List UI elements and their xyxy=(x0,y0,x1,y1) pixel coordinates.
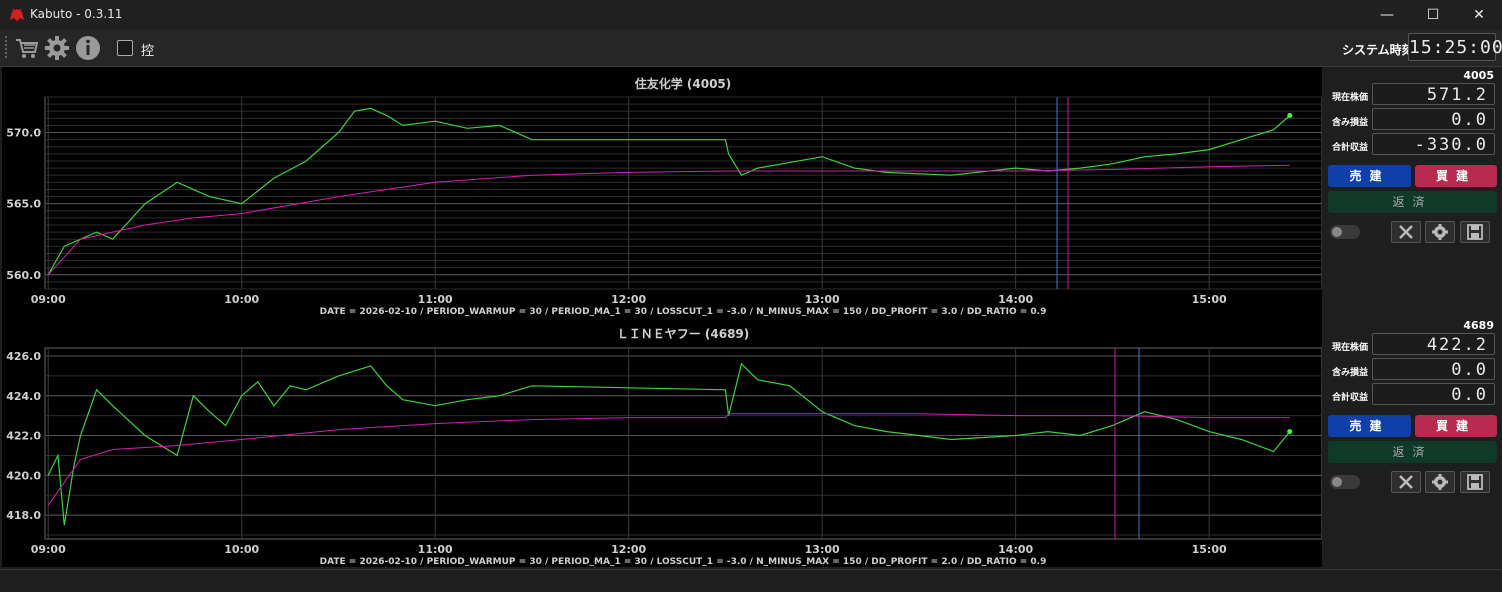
maximize-button[interactable]: ☐ xyxy=(1410,0,1456,30)
chart-4689: ＬＩＮＥヤフー (4689) 418.0 420.0 422.0 424.0 426.0… xyxy=(6,327,1322,567)
total-profit-label: 合計収益 xyxy=(1332,143,1369,153)
system-time-display: 15:25:00 xyxy=(1408,33,1502,61)
x-tick-label: 12:00 xyxy=(611,293,646,306)
tools-button[interactable] xyxy=(1391,221,1421,243)
chart-footer: DATE = 2026-02-10 / PERIOD_WARMUP = 30 /… xyxy=(320,557,1047,567)
x-tick-label: 13:00 xyxy=(805,293,840,306)
y-tick-label: 424.0 xyxy=(6,390,41,403)
x-tick-label: 13:00 xyxy=(805,543,840,556)
y-tick-label: 565.0 xyxy=(6,198,41,211)
unrealized-pl-display: 0.0 xyxy=(1372,358,1495,380)
control-checkbox[interactable] xyxy=(117,40,133,56)
y-tick-label: 418.0 xyxy=(6,509,41,522)
chart-footer: DATE = 2026-02-10 / PERIOD_WARMUP = 30 /… xyxy=(320,307,1047,317)
unrealized-pl-label: 含み損益 xyxy=(1332,368,1369,378)
x-tick-label: 15:00 xyxy=(1192,293,1227,306)
gear-icon xyxy=(1432,474,1448,490)
buy-button[interactable]: 買建 xyxy=(1415,415,1497,437)
toggle-knob xyxy=(1332,477,1342,487)
y-tick-label: 570.0 xyxy=(6,127,41,140)
repay-button[interactable]: 返済 xyxy=(1328,441,1497,463)
chart-title: ＬＩＮＥヤフー (4689) xyxy=(617,327,750,341)
unrealized-pl-label: 含み損益 xyxy=(1332,118,1369,128)
close-button[interactable]: ✕ xyxy=(1456,0,1502,30)
tools-button[interactable] xyxy=(1391,471,1421,493)
auto-toggle[interactable] xyxy=(1330,475,1360,489)
x-tick-label: 10:00 xyxy=(224,543,259,556)
x-tick-label: 11:00 xyxy=(418,543,453,556)
tools-icon xyxy=(1399,225,1413,239)
stock-code: 4689 xyxy=(1463,319,1494,332)
chart-4005: 住友化学 (4005) 560.0 565.0 570.0 09:00 10:00 11:… xyxy=(6,76,1322,317)
current-price-label: 現在株価 xyxy=(1332,343,1369,353)
total-profit-label: 合計収益 xyxy=(1332,393,1369,403)
cart-icon[interactable] xyxy=(14,35,40,61)
toolbar: 控 システム時刻 15:25:00 xyxy=(0,30,1502,67)
stock-code: 4005 xyxy=(1463,69,1494,82)
status-bar xyxy=(0,569,1502,592)
info-icon[interactable] xyxy=(75,35,101,61)
total-profit-display: -330.0 xyxy=(1372,133,1495,155)
x-tick-label: 14:00 xyxy=(998,543,1033,556)
current-price-display: 571.2 xyxy=(1372,83,1495,105)
save-button[interactable] xyxy=(1460,221,1490,243)
x-tick-label: 09:00 xyxy=(31,543,66,556)
x-tick-label: 15:00 xyxy=(1192,543,1227,556)
last-price-point xyxy=(1287,112,1293,118)
auto-toggle[interactable] xyxy=(1330,225,1360,239)
plot-frame xyxy=(44,347,1322,540)
gear-icon[interactable] xyxy=(44,35,70,61)
y-tick-label: 426.0 xyxy=(6,350,41,363)
stock-panel-4689: 4689 現在株価 422.2 含み損益 0.0 合計収益 0.0 売建 買建 … xyxy=(1324,317,1500,567)
toolbar-grip[interactable] xyxy=(5,36,10,58)
current-price-label: 現在株価 xyxy=(1332,93,1369,103)
repay-button[interactable]: 返済 xyxy=(1328,191,1497,213)
unrealized-pl-display: 0.0 xyxy=(1372,108,1495,130)
save-button[interactable] xyxy=(1460,471,1490,493)
chart-title: 住友化学 (4005) xyxy=(635,76,732,91)
save-icon xyxy=(1467,474,1483,490)
x-tick-label: 10:00 xyxy=(224,293,259,306)
x-tick-label: 11:00 xyxy=(418,293,453,306)
title-bar: Kabuto - 0.3.11 — ☐ ✕ xyxy=(0,0,1502,30)
y-tick-label: 420.0 xyxy=(6,469,41,482)
minimize-button[interactable]: — xyxy=(1364,0,1410,30)
x-tick-label: 14:00 xyxy=(998,293,1033,306)
price-charts: 住友化学 (4005) 560.0 565.0 570.0 09:00 10:00 11:… xyxy=(6,76,1322,567)
total-profit-display: 0.0 xyxy=(1372,383,1495,405)
current-price-display: 422.2 xyxy=(1372,333,1495,355)
sell-button[interactable]: 売建 xyxy=(1328,165,1411,187)
gear-icon xyxy=(1432,224,1448,240)
tools-icon xyxy=(1399,475,1413,489)
system-time-label: システム時刻 xyxy=(1342,43,1414,57)
x-tick-label: 12:00 xyxy=(611,543,646,556)
stock-panel-4005: 4005 現在株価 571.2 含み損益 0.0 合計収益 -330.0 売建 … xyxy=(1324,67,1500,317)
panel-settings-button[interactable] xyxy=(1425,471,1455,493)
y-tick-label: 422.0 xyxy=(6,430,41,443)
chart-area: 住友化学 (4005) 560.0 565.0 570.0 09:00 10:00 11:… xyxy=(2,67,1322,567)
control-checkbox-label: 控 xyxy=(141,44,155,59)
panel-settings-button[interactable] xyxy=(1425,221,1455,243)
toggle-knob xyxy=(1332,227,1342,237)
y-tick-label: 560.0 xyxy=(6,269,41,282)
sell-button[interactable]: 売建 xyxy=(1328,415,1411,437)
kabuto-logo-icon xyxy=(10,8,24,21)
buy-button[interactable]: 買建 xyxy=(1415,165,1497,187)
x-tick-label: 09:00 xyxy=(31,293,66,306)
window-title: Kabuto - 0.3.11 xyxy=(30,7,123,21)
save-icon xyxy=(1467,224,1483,240)
last-price-point xyxy=(1287,429,1293,435)
